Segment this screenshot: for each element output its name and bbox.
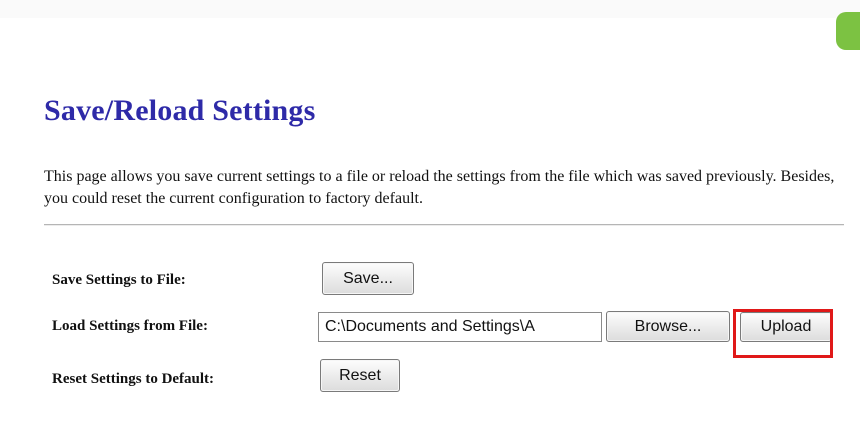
reset-settings-label: Reset Settings to Default:: [52, 371, 215, 387]
reset-button[interactable]: Reset: [320, 359, 400, 392]
file-path-field[interactable]: C:\Documents and Settings\A: [318, 312, 602, 342]
page-title: Save/Reload Settings: [44, 94, 316, 127]
side-tab-decoration: [836, 12, 860, 50]
divider: [44, 224, 844, 226]
browse-button[interactable]: Browse...: [606, 311, 730, 342]
save-button[interactable]: Save...: [322, 262, 414, 295]
page-description: This page allows you save current settin…: [44, 168, 835, 207]
save-settings-label: Save Settings to File:: [52, 272, 186, 288]
window-top-strip: [0, 0, 860, 18]
load-settings-label: Load Settings from File:: [52, 318, 208, 334]
upload-highlight-box: [733, 309, 833, 358]
